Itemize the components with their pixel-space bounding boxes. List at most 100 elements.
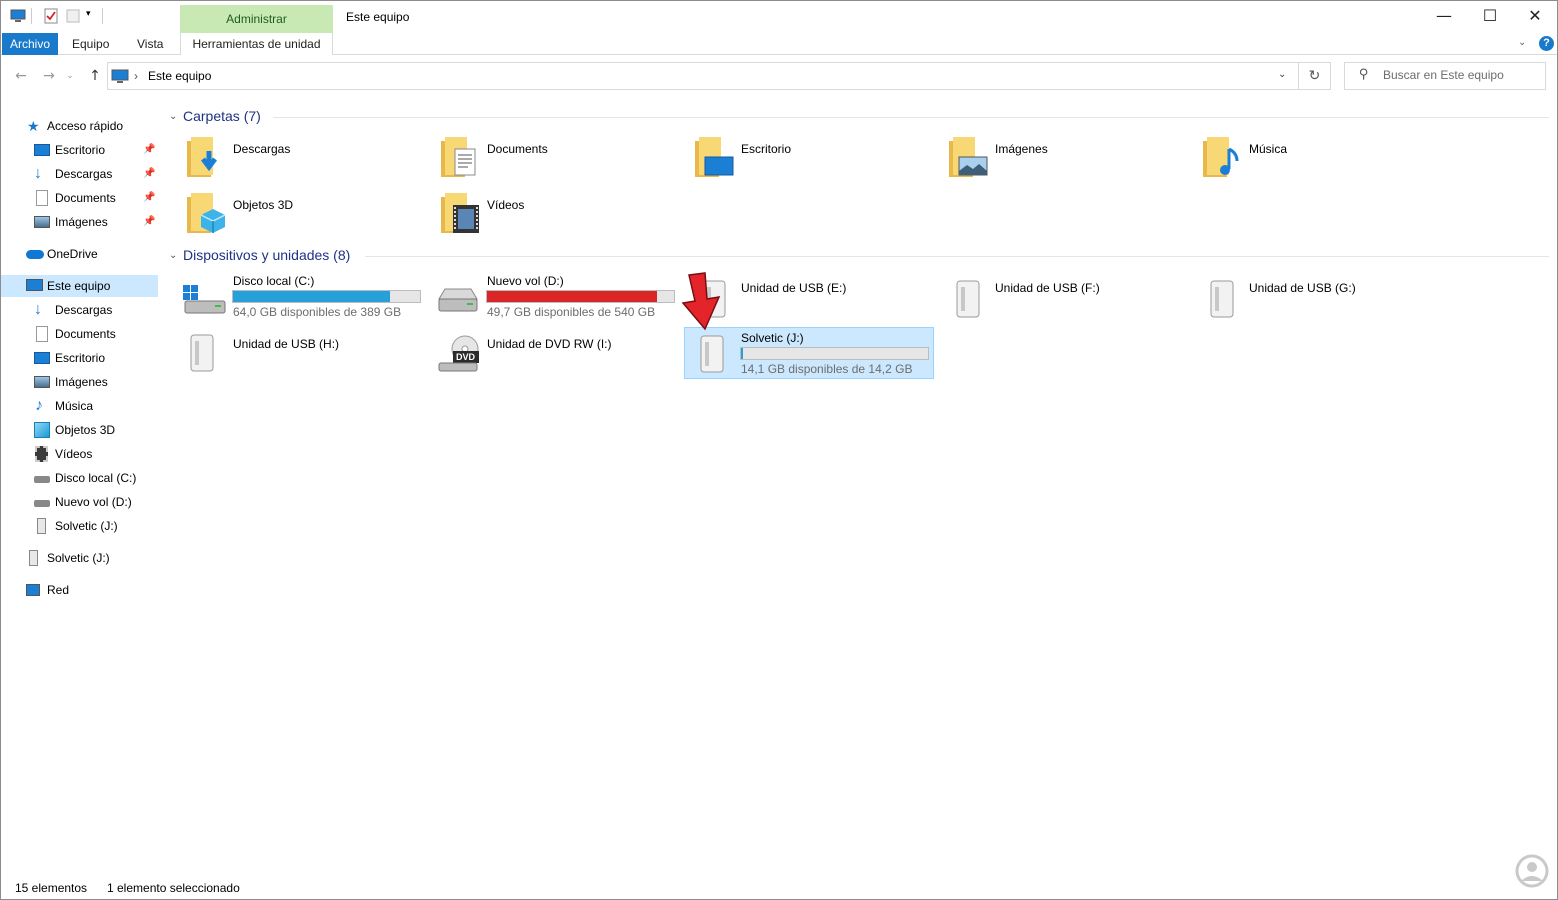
- sidebar-item-nuevo-vol-d[interactable]: Nuevo vol (D:): [1, 491, 158, 513]
- close-button[interactable]: ✕: [1512, 1, 1558, 31]
- pin-icon[interactable]: 📌: [143, 139, 155, 161]
- usb-drive-icon: [700, 335, 724, 373]
- folder-musica[interactable]: Música: [1201, 133, 1451, 183]
- desktop-icon: [34, 144, 50, 156]
- sidebar-item-label: Disco local (C:): [55, 471, 137, 485]
- pin-icon[interactable]: 📌: [143, 187, 155, 209]
- documents-folder-icon: [441, 137, 476, 177]
- recent-locations-icon[interactable]: ⌄: [64, 66, 76, 86]
- collapse-group-icon[interactable]: ⌄: [169, 111, 177, 122]
- computer-icon: [26, 279, 43, 291]
- sidebar-item-label: Documents: [55, 327, 116, 341]
- sidebar-item-disco-local-c[interactable]: Disco local (C:): [1, 467, 158, 489]
- drive-usb-g[interactable]: Unidad de USB (G:): [1195, 271, 1445, 323]
- sidebar-item-imagenes[interactable]: Imágenes 📌: [1, 211, 158, 233]
- hard-drive-icon: [34, 500, 50, 507]
- sidebar-item-musica[interactable]: ♪ Música: [1, 395, 158, 417]
- search-box[interactable]: ⚲: [1344, 62, 1546, 90]
- sidebar-item-red[interactable]: Red: [1, 579, 158, 601]
- title-bar: ▾ Administrar Este equipo — ☐ ✕: [1, 1, 1557, 33]
- tab-equipo[interactable]: Equipo: [62, 33, 119, 55]
- sidebar-item-label: Objetos 3D: [55, 423, 116, 437]
- search-icon: ⚲: [1359, 67, 1369, 82]
- sidebar-item-objetos-3d[interactable]: Objetos 3D: [1, 419, 158, 441]
- pictures-icon: [34, 216, 50, 228]
- sidebar-item-descargas[interactable]: ↓ Descargas: [1, 299, 158, 321]
- folder-videos[interactable]: Vídeos: [439, 189, 689, 239]
- watermark-logo: [1515, 854, 1549, 888]
- customize-qat-icon[interactable]: ▾: [86, 9, 91, 19]
- sidebar-item-label: Este equipo: [47, 279, 111, 293]
- usb-drive-icon: [956, 280, 980, 318]
- drive-free-space: 49,7 GB disponibles de 540 GB: [487, 305, 656, 319]
- pin-icon[interactable]: 📌: [143, 211, 155, 233]
- tab-herramientas-de-unidad[interactable]: Herramientas de unidad: [180, 33, 333, 55]
- sidebar-item-label: Imágenes: [55, 375, 108, 389]
- sidebar-item-este-equipo[interactable]: Este equipo: [1, 275, 158, 297]
- properties-icon[interactable]: [43, 8, 59, 24]
- folder-imagenes[interactable]: Imágenes: [947, 133, 1197, 183]
- drive-d[interactable]: Nuevo vol (D:) 49,7 GB disponibles de 54…: [433, 271, 683, 323]
- drive-c[interactable]: Disco local (C:) 64,0 GB disponibles de …: [179, 271, 429, 323]
- refresh-button[interactable]: ↻: [1299, 62, 1331, 90]
- tab-vista[interactable]: Vista: [127, 33, 173, 55]
- desktop-icon: [34, 352, 50, 364]
- downloads-folder-icon: [187, 137, 217, 177]
- folder-documents[interactable]: Documents: [439, 133, 689, 183]
- folder-escritorio[interactable]: Escritorio: [693, 133, 943, 183]
- up-button[interactable]: ↑: [85, 66, 105, 86]
- cloud-icon: [26, 250, 44, 259]
- pin-icon[interactable]: 📌: [143, 163, 155, 185]
- address-bar[interactable]: › Este equipo ⌄: [107, 62, 1299, 90]
- back-button[interactable]: ←: [11, 66, 31, 86]
- sidebar-item-documents[interactable]: Documents 📌: [1, 187, 158, 209]
- sidebar-item-label: Nuevo vol (D:): [55, 495, 132, 509]
- new-folder-icon[interactable]: [65, 8, 81, 24]
- usb-drive-icon: [190, 334, 214, 372]
- drive-name: Disco local (C:): [233, 274, 315, 288]
- sidebar-item-label: Música: [55, 399, 94, 413]
- drive-usage-bar: [740, 347, 929, 360]
- desktop-folder-icon: [695, 137, 734, 177]
- computer-icon[interactable]: [10, 8, 26, 24]
- sidebar-item-label: Solvetic (J:): [47, 551, 110, 565]
- navigation-pane: ★ Acceso rápido Escritorio 📌 ↓ Descargas…: [1, 111, 158, 871]
- minimize-button[interactable]: —: [1421, 1, 1467, 31]
- forward-button[interactable]: →: [39, 66, 59, 86]
- sidebar-item-documents[interactable]: Documents: [1, 323, 158, 345]
- sidebar-item-label: Escritorio: [55, 351, 106, 365]
- maximize-button[interactable]: ☐: [1467, 1, 1513, 31]
- sidebar-item-label: Documents: [55, 191, 116, 205]
- sidebar-item-onedrive[interactable]: OneDrive: [1, 243, 158, 265]
- drive-solvetic-j[interactable]: Solvetic (J:) 14,1 GB disponibles de 14,…: [684, 327, 934, 379]
- drive-usb-h[interactable]: Unidad de USB (H:): [179, 327, 429, 379]
- folder-objetos-3d[interactable]: Objetos 3D: [185, 189, 435, 239]
- sidebar-item-solvetic-j-root[interactable]: Solvetic (J:): [1, 547, 158, 569]
- document-icon: [36, 326, 48, 342]
- address-dropdown-icon[interactable]: ⌄: [1278, 69, 1286, 80]
- expand-ribbon-icon[interactable]: ⌄: [1518, 37, 1526, 48]
- sidebar-item-solvetic-j[interactable]: Solvetic (J:): [1, 515, 158, 537]
- sidebar-item-quick-access[interactable]: ★ Acceso rápido: [1, 115, 158, 137]
- folder-descargas[interactable]: Descargas: [185, 133, 435, 183]
- help-icon[interactable]: ?: [1539, 36, 1554, 51]
- group-header-dispositivos[interactable]: Dispositivos y unidades (8): [183, 247, 350, 263]
- sidebar-item-escritorio[interactable]: Escritorio: [1, 347, 158, 369]
- group-header-carpetas[interactable]: Carpetas (7): [183, 108, 261, 124]
- drive-usb-f[interactable]: Unidad de USB (F:): [941, 271, 1191, 323]
- hard-drive-icon: [438, 288, 478, 312]
- collapse-group-icon[interactable]: ⌄: [169, 250, 177, 261]
- drive-name: Unidad de USB (G:): [1249, 281, 1356, 295]
- sidebar-item-imagenes[interactable]: Imágenes: [1, 371, 158, 393]
- breadcrumb-separator[interactable]: ›: [134, 69, 138, 83]
- sidebar-item-escritorio[interactable]: Escritorio 📌: [1, 139, 158, 161]
- manage-context-tab[interactable]: Administrar: [180, 5, 333, 33]
- sidebar-item-videos[interactable]: Vídeos: [1, 443, 158, 465]
- drive-usage-fill: [233, 291, 391, 302]
- sidebar-item-descargas[interactable]: ↓ Descargas 📌: [1, 163, 158, 185]
- tab-archivo[interactable]: Archivo: [2, 33, 58, 55]
- breadcrumb-este-equipo[interactable]: Este equipo: [148, 69, 211, 83]
- drive-dvd-i[interactable]: DVD Unidad de DVD RW (I:): [433, 327, 683, 379]
- search-input[interactable]: [1383, 68, 1538, 82]
- hard-drive-icon: [34, 476, 50, 483]
